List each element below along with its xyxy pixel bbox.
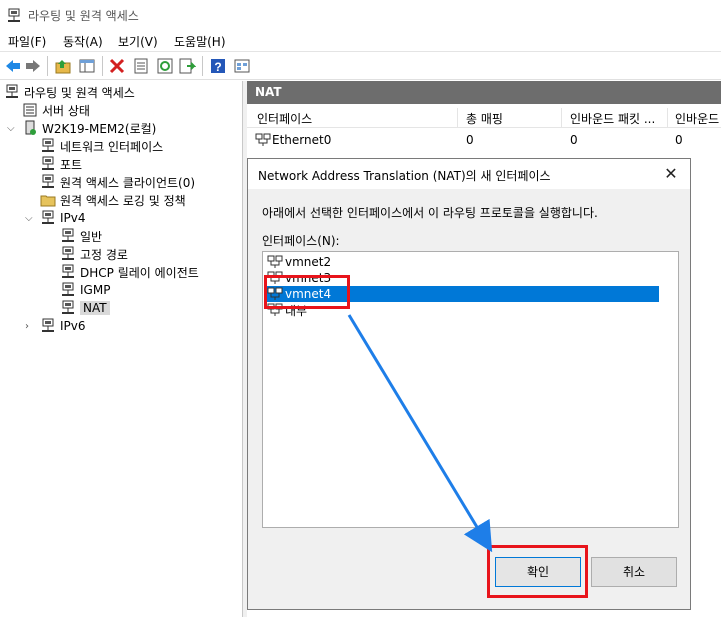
tree-item-igmp[interactable]: IGMP <box>60 281 110 299</box>
menu-help[interactable]: 도움말(H) <box>174 33 226 50</box>
help-icon[interactable]: ? <box>209 57 227 75</box>
delete-icon[interactable] <box>108 57 126 75</box>
tree-item-ipv4[interactable]: IPv4 <box>40 209 86 227</box>
dialog-title: Network Address Translation (NAT)의 새 인터페… <box>258 169 551 183</box>
collapse-chevron-icon[interactable]: › <box>25 322 35 332</box>
column-inbound-packets[interactable]: 인바운드 패킷 ... <box>570 110 665 127</box>
network-adapter-icon <box>255 133 271 146</box>
tree-item-static-routes[interactable]: 고정 경로 <box>60 245 128 263</box>
interface-list-label: 인터페이스(N): <box>262 234 340 248</box>
routing-icon <box>42 210 54 224</box>
routing-icon <box>42 318 54 332</box>
view-icon[interactable] <box>233 57 251 75</box>
show-hide-tree-icon[interactable] <box>78 57 96 75</box>
properties-icon[interactable] <box>132 57 150 75</box>
routing-icon <box>62 300 74 314</box>
list-item-vmnet2[interactable]: vmnet2 <box>267 254 331 270</box>
console-tree: 라우팅 및 원격 액세스 서버 상태 ⌵ W2K19-MEM2(로컬) 네트워크… <box>0 81 243 617</box>
refresh-icon[interactable] <box>156 57 174 75</box>
tree-item-remote-logging[interactable]: 원격 액세스 로깅 및 정책 <box>40 191 186 209</box>
server-list-icon <box>23 103 37 117</box>
tree-item-ports[interactable]: 포트 <box>40 155 82 173</box>
routing-icon <box>42 156 54 170</box>
column-inbound[interactable]: 인바운드 <box>675 110 721 127</box>
cell-total: 0 <box>466 133 474 147</box>
column-total-mappings[interactable]: 총 매핑 <box>466 110 556 127</box>
forward-icon[interactable] <box>24 57 42 75</box>
tree-item-dhcp-relay[interactable]: DHCP 릴레이 에이전트 <box>60 263 199 281</box>
routing-icon <box>6 84 18 98</box>
routing-icon <box>62 264 74 278</box>
menu-file[interactable]: 파일(F) <box>8 33 46 50</box>
network-adapter-icon <box>267 255 283 268</box>
folder-icon <box>40 195 56 207</box>
tree-item-ipv6[interactable]: IPv6 <box>40 317 86 335</box>
annotation-highlight-box <box>264 275 350 309</box>
title-bar: 라우팅 및 원격 액세스 <box>0 0 721 30</box>
dialog-description: 아래에서 선택한 인터페이스에서 이 라우팅 프로토콜을 실행합니다. <box>262 206 598 220</box>
toolbar: ? <box>0 52 721 80</box>
expand-chevron-icon[interactable]: ⌵ <box>7 124 17 134</box>
tree-item-server-status[interactable]: 서버 상태 <box>22 101 90 119</box>
menu-view[interactable]: 보기(V) <box>118 33 158 50</box>
results-header: NAT <box>247 81 721 104</box>
dialog-title-bar: Network Address Translation (NAT)의 새 인터페… <box>248 159 690 189</box>
cell-inbound: 0 <box>675 133 683 147</box>
menu-action[interactable]: 동작(A) <box>63 33 103 50</box>
tree-item-network-interfaces[interactable]: 네트워크 인터페이스 <box>40 137 163 155</box>
routing-icon <box>8 8 20 22</box>
tree-item-server[interactable]: W2K19-MEM2(로컬) <box>22 119 156 137</box>
routing-icon <box>62 246 74 260</box>
cell-interface: Ethernet0 <box>272 133 332 147</box>
close-icon[interactable]: ✕ <box>660 163 682 185</box>
tree-item-root[interactable]: 라우팅 및 원격 액세스 <box>4 83 135 101</box>
new-interface-dialog: Network Address Translation (NAT)의 새 인터페… <box>247 158 691 610</box>
tree-item-general[interactable]: 일반 <box>60 227 102 245</box>
column-interface[interactable]: 인터페이스 <box>257 110 447 127</box>
window-title: 라우팅 및 원격 액세스 <box>28 9 139 23</box>
annotation-highlight-box <box>487 545 588 598</box>
routing-icon <box>62 228 74 242</box>
cell-inbound-packets: 0 <box>570 133 578 147</box>
menu-bar: 파일(F) 동작(A) 보기(V) 도움말(H) <box>0 30 721 52</box>
list-header: 인터페이스 총 매핑 인바운드 패킷 ... 인바운드 <box>247 106 721 128</box>
routing-icon <box>42 138 54 152</box>
routing-icon <box>42 174 54 188</box>
table-row[interactable]: Ethernet0 <box>255 133 331 147</box>
svg-text:?: ? <box>214 60 221 74</box>
back-icon[interactable] <box>4 57 22 75</box>
expand-chevron-icon[interactable]: ⌵ <box>25 214 35 224</box>
server-icon <box>25 120 36 135</box>
tree-item-remote-clients[interactable]: 원격 액세스 클라이언트(0) <box>40 173 195 191</box>
export-icon[interactable] <box>178 57 196 75</box>
tree-item-nat[interactable]: NAT <box>60 299 110 317</box>
routing-icon <box>62 282 74 296</box>
cancel-button[interactable]: 취소 <box>591 557 677 587</box>
up-folder-icon[interactable] <box>54 57 72 75</box>
